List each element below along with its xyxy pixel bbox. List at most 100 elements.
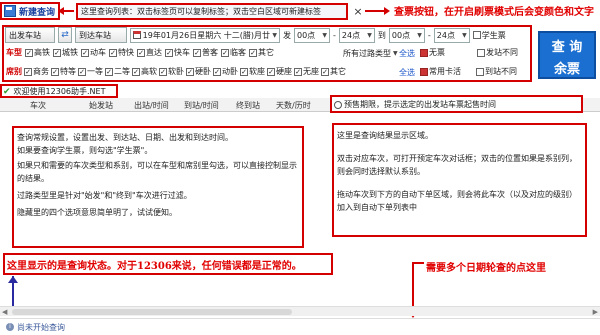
from-station-label: 出发车站 bbox=[9, 30, 41, 40]
close-icon: × bbox=[353, 4, 363, 18]
date-value: 19年01月26日星期六 十二(腊)月廿一 bbox=[142, 30, 271, 40]
new-query-icon bbox=[4, 5, 16, 17]
welcome-text: 欢迎使用12306助手.NET bbox=[13, 87, 106, 96]
seat-type-checkbox[interactable]: ✓ 商务 bbox=[24, 66, 49, 77]
chevron-down-icon: ▼ bbox=[462, 31, 467, 39]
train-type-checkbox[interactable]: ✓ 其它 bbox=[249, 47, 274, 58]
query-list-hint: 这里查询列表：双击标签页可以复制标签；双击空白区域可新建标签 bbox=[81, 7, 321, 16]
status-text: 尚未开始查询 bbox=[17, 322, 65, 332]
seat-type-checkbox[interactable]: ✓ 特等 bbox=[51, 66, 76, 77]
to-station-button[interactable]: 到达车站 bbox=[75, 27, 127, 43]
often-unavailable-checkbox[interactable]: 常用卡活 bbox=[420, 66, 461, 77]
train-type-checkbox[interactable]: ✓ 普客 bbox=[193, 47, 218, 58]
status-bar: i 尚未开始查询 bbox=[0, 318, 600, 335]
train-type-checkbox[interactable]: ✓ 快车 bbox=[165, 47, 190, 58]
arrive-time-to[interactable]: 24点 ▼ bbox=[433, 27, 470, 43]
swap-stations-button[interactable]: ⇄ bbox=[58, 27, 72, 43]
seat-type-checkbox[interactable]: ✓ 软座 bbox=[240, 66, 265, 77]
swap-icon: ⇄ bbox=[61, 30, 69, 40]
train-type-checkbox[interactable]: ✓ 特快 bbox=[109, 47, 134, 58]
seat-type-label: 席别 bbox=[6, 67, 22, 76]
train-type-checkbox[interactable]: ✓ 城铁 bbox=[53, 47, 78, 58]
arrive-time-from[interactable]: 00点 ▼ bbox=[388, 27, 425, 43]
chevron-down-icon: ▼ bbox=[272, 31, 277, 39]
col-start-station[interactable]: 始发站 bbox=[89, 100, 113, 111]
note-line: 如果要查询学生票，则勾选"学生票"。 bbox=[17, 146, 153, 155]
welcome-bar: ✔ 欢迎使用12306助手.NET bbox=[3, 86, 105, 97]
seat-select-all[interactable]: 全选 bbox=[399, 67, 415, 78]
note-line: 这里是查询结果显示区域。 bbox=[337, 131, 433, 140]
to-station-label: 到达车站 bbox=[79, 30, 111, 40]
left-notes: 查询常规设置，设置出发、到达站、日期、出发和到达时间。 如果要查询学生票，则勾选… bbox=[17, 131, 299, 219]
col-train-no[interactable]: 车次 bbox=[30, 100, 46, 111]
col-duration[interactable]: 天数/历时 bbox=[276, 100, 311, 111]
query-button-line2: 余票 bbox=[553, 62, 580, 77]
arrive-label: 到 bbox=[377, 30, 386, 40]
note-line: 查询常规设置，设置出发、到达站、日期、出发和到达时间。 bbox=[17, 133, 233, 142]
seat-type-checkbox[interactable]: ✓ 二等 bbox=[105, 66, 130, 77]
chevron-down-icon: ▼ bbox=[417, 31, 422, 39]
presale-tip: 预售期限，提示选定的出发站车票起售时间 bbox=[334, 99, 496, 110]
calendar-icon bbox=[133, 31, 141, 39]
presale-tip-text: 预售期限，提示选定的出发站车票起售时间 bbox=[344, 100, 496, 109]
chevron-down-icon: ▼ bbox=[367, 31, 372, 39]
hide-filters: 无票 发站不同 bbox=[420, 47, 518, 58]
seat-type-row: 席别 ✓ 商务 ✓ 特等 ✓ 一等 ✓ 二等 ✓ 高软 ✓ 软卧 ✓ 硬卧 ✓ 动卧 ✓ 软座 ✓… bbox=[6, 66, 346, 77]
status-callout: 这里显示的是查询状态。对于12306来说，任何错误都是正常的。 bbox=[7, 261, 302, 272]
seat-type-checkbox[interactable]: ✓ 动卧 bbox=[213, 66, 238, 77]
train-type-checkbox[interactable]: ✓ 临客 bbox=[221, 47, 246, 58]
query-tab-list[interactable]: 这里查询列表：双击标签页可以复制标签；双击空白区域可新建标签 bbox=[76, 3, 348, 20]
depart-time-from[interactable]: 00点 ▼ bbox=[294, 27, 330, 43]
horizontal-scrollbar[interactable]: ◀ ▶ bbox=[0, 306, 600, 316]
chevron-down-icon: ▼ bbox=[393, 50, 398, 57]
note-line: 过路类型里是针对"始发"和"终到"车次进行过滤。 bbox=[17, 191, 192, 200]
train-type-row: 车型 ✓ 高铁 ✓ 城铁 ✓ 动车 ✓ 特快 ✓ 直达 ✓ 快车 ✓ 普客 ✓ 临客 ✓ 其它 bbox=[6, 47, 274, 58]
train-select-all[interactable]: 全选 bbox=[399, 48, 415, 59]
right-notes: 这里是查询结果显示区域。 双击对应车次，可打开预定车次对话框；双击的位置如果是系… bbox=[337, 129, 582, 214]
col-arrive-time[interactable]: 到站/时间 bbox=[184, 100, 219, 111]
seat-type-checkbox[interactable]: ✓ 一等 bbox=[78, 66, 103, 77]
train-type-label: 车型 bbox=[6, 48, 22, 57]
start-station-diff-checkbox[interactable]: 发站不同 bbox=[477, 47, 518, 58]
depart-time-to[interactable]: 24点 ▼ bbox=[338, 27, 375, 43]
check-icon: ✔ bbox=[3, 86, 11, 97]
arrive-station-diff-checkbox[interactable]: 到站不同 bbox=[476, 66, 517, 77]
search-row: 出发车站 ⇄ 到达车站 19年01月26日星期六 十二(腊)月廿一 ▼ 发 00… bbox=[5, 27, 506, 43]
query-tab-close[interactable]: × bbox=[352, 4, 364, 18]
top-toolbar: 新建查询 这里查询列表：双击标签页可以复制标签；双击空白区域可新建标签 × 查票… bbox=[0, 0, 600, 22]
col-depart-time[interactable]: 出站/时间 bbox=[134, 100, 169, 111]
send-label: 发 bbox=[283, 30, 291, 40]
chevron-down-icon: ▼ bbox=[322, 31, 327, 39]
seat-type-checkbox[interactable]: ✓ 无座 bbox=[294, 66, 319, 77]
query-button-line1: 查 询 bbox=[551, 40, 583, 55]
student-ticket-checkbox[interactable]: 学生票 bbox=[472, 30, 506, 41]
date-picker[interactable]: 19年01月26日星期六 十二(腊)月廿一 ▼ bbox=[130, 27, 280, 43]
new-query-button[interactable]: 新建查询 bbox=[4, 4, 55, 18]
scroll-left-icon: ◀ bbox=[2, 308, 8, 316]
new-query-label: 新建查询 bbox=[19, 7, 56, 18]
scrollbar-thumb[interactable] bbox=[12, 309, 292, 315]
note-line: 双击对应车次，可打开预定车次对话框；双击的位置如果是系别列，则会同时选择默认系别… bbox=[337, 154, 577, 176]
seat-type-checkbox[interactable]: ✓ 硬座 bbox=[267, 66, 292, 77]
query-tickets-button[interactable]: 查 询 余票 bbox=[538, 31, 596, 79]
info-icon: i bbox=[6, 323, 14, 331]
from-station-button[interactable]: 出发车站 bbox=[5, 27, 55, 43]
pass-type-select[interactable]: 所有过路类型 ▼ bbox=[340, 46, 398, 61]
top-callout: 查票按钮，在开启刷票模式后会变颜色和文字 bbox=[394, 7, 594, 18]
seat-type-checkbox[interactable]: ✓ 硬卧 bbox=[186, 66, 211, 77]
train-type-checkbox[interactable]: ✓ 高铁 bbox=[25, 47, 50, 58]
seat-type-checkbox[interactable]: ✓ 软卧 bbox=[159, 66, 184, 77]
hide-filters-2: 常用卡活 到站不同 bbox=[420, 66, 517, 77]
scroll-right-icon: ▶ bbox=[592, 308, 598, 316]
multi-date-callout: 需要多个日期轮查的点这里 bbox=[426, 263, 546, 274]
clock-icon bbox=[334, 100, 342, 109]
no-ticket-checkbox[interactable]: 无票 bbox=[420, 47, 445, 58]
col-end-station[interactable]: 终到站 bbox=[236, 100, 260, 111]
train-type-checkbox[interactable]: ✓ 动车 bbox=[81, 47, 106, 58]
seat-type-checkbox[interactable]: ✓ 高软 bbox=[132, 66, 157, 77]
train-type-checkbox[interactable]: ✓ 直达 bbox=[137, 47, 162, 58]
note-line: 隐藏里的四个选项意思简单明了，试试便知。 bbox=[17, 208, 177, 217]
note-line: 如果只和需要的车次类型和系别，可以在车型和席别里勾选，可以直接控制显示的结果。 bbox=[17, 161, 297, 183]
note-line: 拖动车次到下方的自动下单区域，则会将此车次（以及对应的级别）加入到自动下单列表中 bbox=[337, 190, 577, 212]
seat-type-checkbox[interactable]: ✓ 其它 bbox=[321, 66, 346, 77]
